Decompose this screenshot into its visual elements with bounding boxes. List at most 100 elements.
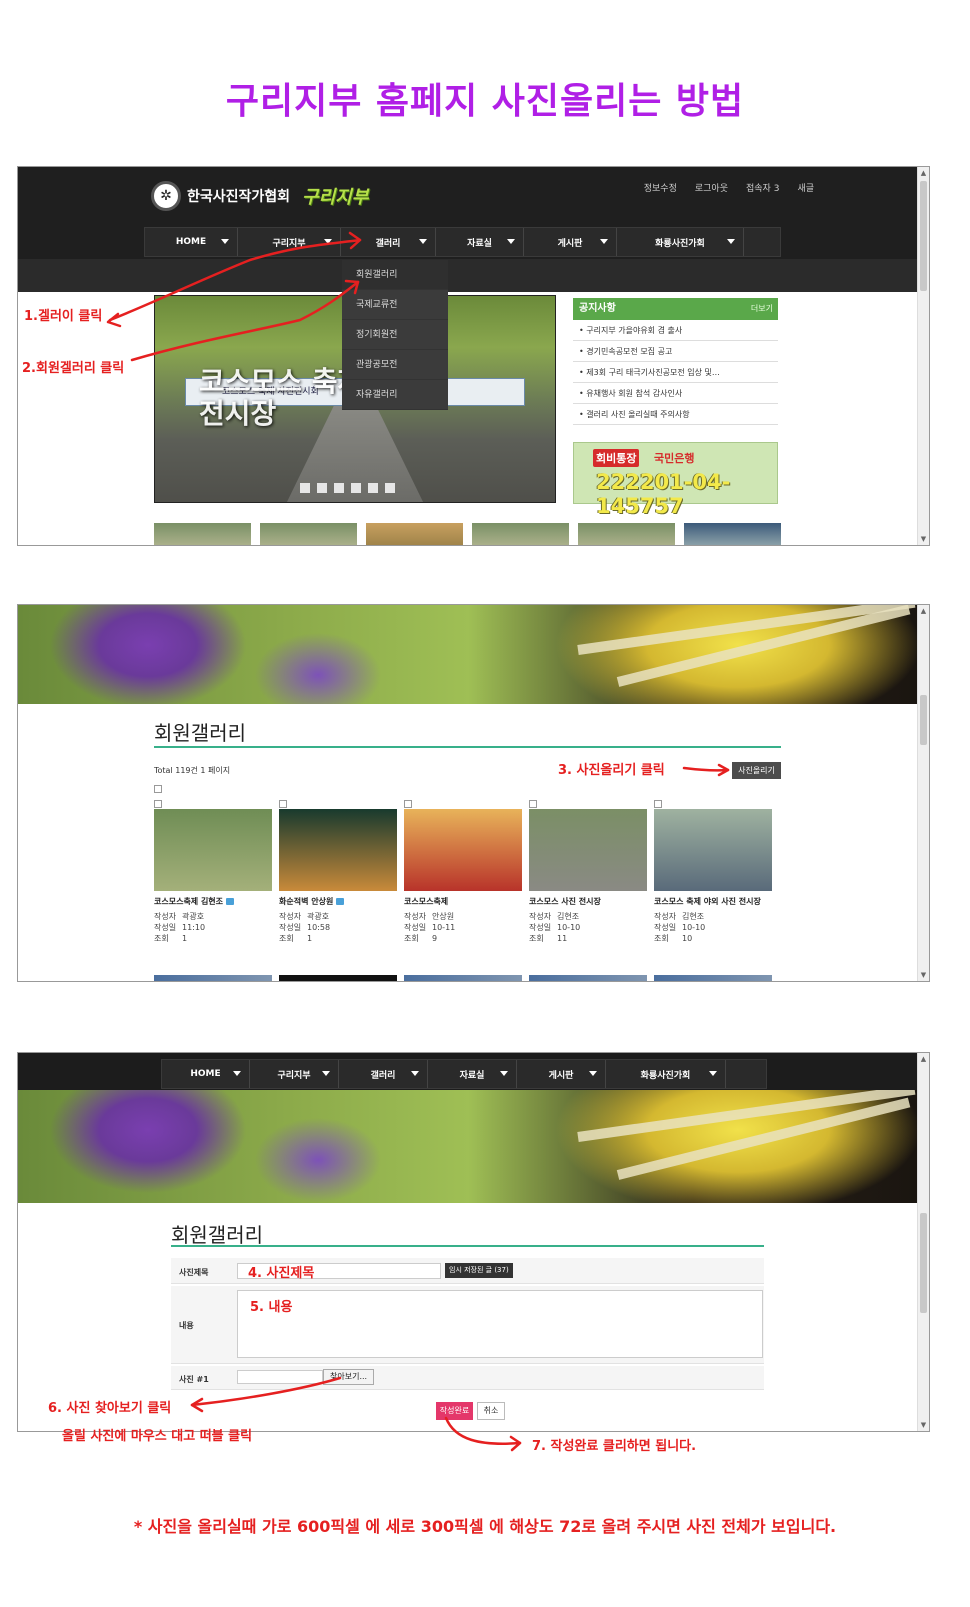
- notice-item[interactable]: • 제3회 구리 태극기사진공모전 입상 및…: [573, 362, 778, 383]
- slide-thumbnail[interactable]: [260, 523, 357, 545]
- slide-caption: 코스모스 축제 전시장: [199, 365, 364, 430]
- slide-dot[interactable]: [300, 483, 310, 493]
- notice-item[interactable]: • 구리지부 가을야유회 겸 출사: [573, 320, 778, 341]
- menu-resources[interactable]: 자료실: [428, 1060, 517, 1088]
- scroll-down-icon[interactable]: ▼: [918, 969, 929, 981]
- scroll-up-icon[interactable]: ▲: [918, 167, 929, 179]
- menu-board[interactable]: 게시판: [524, 228, 617, 256]
- scroll-thumb[interactable]: [920, 695, 927, 745]
- menu-gallery[interactable]: 갤러리: [341, 228, 436, 256]
- gallery-thumbnail[interactable]: [654, 809, 772, 891]
- gallery-thumbnail[interactable]: [279, 975, 397, 981]
- gallery-card[interactable]: 코스모스 축제 야외 사진 전시장 작성자 김현조 작성일 10-10 조회 10: [654, 800, 772, 944]
- item-checkbox[interactable]: [654, 800, 662, 808]
- scroll-thumb[interactable]: [920, 1213, 927, 1313]
- slide-thumbnail[interactable]: [684, 523, 781, 545]
- gallery-thumbnail[interactable]: [154, 809, 272, 891]
- notice-item[interactable]: • 유채행사 회원 참석 감사인사: [573, 383, 778, 404]
- scroll-down-icon[interactable]: ▼: [918, 533, 929, 545]
- cancel-button[interactable]: 취소: [477, 1402, 505, 1420]
- slide-thumbnail[interactable]: [472, 523, 569, 545]
- caret-down-icon: [589, 1071, 597, 1076]
- gallery-thumbnail[interactable]: [529, 809, 647, 891]
- slide-dot[interactable]: [385, 483, 395, 493]
- slide-dot[interactable]: [334, 483, 344, 493]
- item-checkbox[interactable]: [154, 800, 162, 808]
- gallery-thumbnail[interactable]: [154, 975, 272, 981]
- submit-button[interactable]: 작성완료: [436, 1402, 473, 1420]
- menu-board[interactable]: 게시판: [517, 1060, 606, 1088]
- menu-hwaryong[interactable]: 화룡사진가회: [606, 1060, 726, 1088]
- gallery-title[interactable]: 코스모스 축제 야외 사진 전시장: [654, 897, 772, 907]
- menu-home[interactable]: HOME: [145, 228, 238, 256]
- menu-gallery[interactable]: 갤러리: [339, 1060, 428, 1088]
- notice-item[interactable]: • 갤러리 사진 올리실때 주의사항: [573, 404, 778, 425]
- scroll-up-icon[interactable]: ▲: [918, 1053, 929, 1065]
- scroll-thumb[interactable]: [920, 181, 927, 291]
- gallery-thumbnail[interactable]: [279, 809, 397, 891]
- gallery-meta: 작성자 곽광호 작성일 11:10 조회 1: [154, 912, 206, 943]
- link-logout[interactable]: 로그아웃: [695, 181, 728, 194]
- gallery-thumbnail[interactable]: [404, 975, 522, 981]
- select-all-checkbox[interactable]: [154, 785, 162, 793]
- item-checkbox[interactable]: [404, 800, 412, 808]
- header-band: [18, 259, 919, 292]
- file-path-input[interactable]: [237, 1370, 323, 1384]
- vertical-scrollbar[interactable]: ▲ ▼: [917, 1053, 929, 1431]
- content-textarea[interactable]: [237, 1290, 763, 1358]
- gallery-thumbnail[interactable]: [654, 975, 772, 981]
- gallery-title[interactable]: 코스모스축제: [404, 897, 522, 907]
- slide-dot[interactable]: [351, 483, 361, 493]
- gallery-card[interactable]: 코스모스 사진 전시장 작성자 김현조 작성일 10-10 조회 11: [529, 800, 647, 944]
- caret-down-icon: [221, 239, 229, 244]
- title-rule: [171, 1245, 764, 1247]
- gallery-card[interactable]: 코스모스축제 작성자 안상원 작성일 10-11 조회 9: [404, 800, 522, 944]
- scroll-up-icon[interactable]: ▲: [918, 605, 929, 617]
- vertical-scrollbar[interactable]: ▲ ▼: [917, 167, 929, 545]
- gallery-card[interactable]: 코스모스축제 김현조 작성자 곽광호 작성일 11:10 조회 1: [154, 800, 272, 944]
- gallery-title[interactable]: 코스모스축제 김현조: [154, 897, 272, 907]
- arrowhead-icon: [509, 1435, 522, 1452]
- vertical-scrollbar[interactable]: ▲ ▼: [917, 605, 929, 981]
- notice-item[interactable]: • 경기민속공모전 모집 공고: [573, 341, 778, 362]
- annotation-step3: 3. 사진올리기 클릭: [558, 763, 665, 778]
- item-checkbox[interactable]: [529, 800, 537, 808]
- dropdown-tourism[interactable]: 관광공모전: [342, 350, 448, 380]
- slide-dot[interactable]: [368, 483, 378, 493]
- menu-home[interactable]: HOME: [162, 1060, 250, 1088]
- gallery-thumbnail[interactable]: [529, 975, 647, 981]
- scroll-down-icon[interactable]: ▼: [918, 1419, 929, 1431]
- upload-photo-button[interactable]: 사진올리기: [732, 762, 781, 779]
- slide-thumbnail[interactable]: [578, 523, 675, 545]
- gallery-card[interactable]: 화순적벽 안상원 작성자 곽광호 작성일 10:58 조회 1: [279, 800, 397, 944]
- item-checkbox[interactable]: [279, 800, 287, 808]
- dropdown-regular[interactable]: 정기회원전: [342, 320, 448, 350]
- dropdown-member-gallery[interactable]: 회원갤러리: [342, 260, 448, 290]
- gallery-thumbnail[interactable]: [404, 809, 522, 891]
- slide-dot[interactable]: [317, 483, 327, 493]
- gallery-meta: 작성자 안상원 작성일 10-11 조회 9: [404, 912, 456, 943]
- notice-more-link[interactable]: 더보기: [751, 298, 773, 320]
- dropdown-free[interactable]: 자유갤러리: [342, 380, 448, 410]
- menu-guri[interactable]: 구리지부: [250, 1060, 339, 1088]
- link-visitors[interactable]: 접속자 3: [746, 181, 779, 194]
- menu-resources[interactable]: 자료실: [436, 228, 524, 256]
- temp-saved-button[interactable]: 임시 저장된 글 (37): [445, 1263, 513, 1278]
- dropdown-exchange[interactable]: 국제교류전: [342, 290, 448, 320]
- bottom-note: * 사진을 올리실때 가로 600픽셀 에 세로 300픽셀 에 해상도 72로…: [133, 1517, 837, 1536]
- link-profile[interactable]: 정보수정: [644, 181, 677, 194]
- caret-down-icon: [322, 1071, 330, 1076]
- link-new-posts[interactable]: 새글: [797, 181, 814, 194]
- menu-guri[interactable]: 구리지부: [238, 228, 341, 256]
- gallery-meta: 작성자 김현조 작성일 10-10 조회 10: [654, 912, 706, 943]
- gallery-title[interactable]: 코스모스 사진 전시장: [529, 897, 647, 907]
- slide-thumbnail[interactable]: [366, 523, 463, 545]
- annotation-step5: 5. 내용: [250, 1300, 293, 1315]
- site-logo[interactable]: ✲ 한국사진작가협회 구리지부: [151, 181, 368, 211]
- gallery-title[interactable]: 화순적벽 안상원: [279, 897, 397, 907]
- annotation-step6: 6. 사진 찾아보기 클릭: [48, 1401, 172, 1416]
- menu-hwaryong[interactable]: 화룡사진가회: [617, 228, 744, 256]
- browse-button[interactable]: 찾아보기...: [323, 1369, 375, 1385]
- slide-thumbnails: [154, 523, 781, 545]
- slide-thumbnail[interactable]: [154, 523, 251, 545]
